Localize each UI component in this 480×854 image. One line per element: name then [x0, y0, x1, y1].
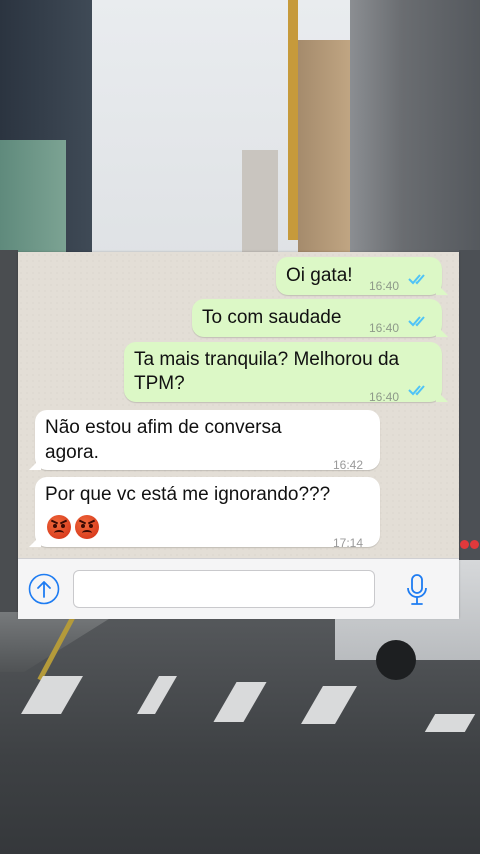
building-left-lower: [0, 250, 18, 630]
message-text-line: Ta mais tranquila? Melhorou da: [134, 349, 400, 370]
double-check-icon: [408, 385, 425, 396]
message-time: 16:40: [369, 279, 400, 293]
message-text-line: TPM?: [134, 373, 185, 394]
double-check-icon: [408, 316, 425, 327]
message-text: Oi gata!: [286, 265, 353, 286]
message-text: To com saudade: [202, 307, 342, 328]
message-outgoing: Oi gata! 16:40: [276, 257, 442, 295]
message-time: 17:14: [333, 536, 364, 550]
message-text-line: Não estou afim de conversa: [45, 417, 282, 438]
message-input-bar: [18, 558, 459, 619]
tail-light: [460, 540, 469, 549]
message-outgoing: To com saudade 16:40: [192, 299, 442, 337]
message-time: 16:40: [369, 321, 400, 335]
message-text-line: agora.: [45, 442, 99, 463]
message-time: 16:40: [369, 390, 400, 404]
building-right: [350, 0, 480, 260]
building-pale-center: [242, 150, 278, 255]
truck-wheel: [376, 640, 416, 680]
message-incoming: Por que vc está me ignorando??? 17:14: [35, 477, 380, 550]
double-check-icon: [408, 274, 425, 285]
crane: [288, 0, 298, 240]
message-input[interactable]: [73, 570, 375, 608]
building-tower-center: [298, 40, 354, 255]
angry-face-icon: [75, 515, 99, 539]
message-outgoing: Ta mais tranquila? Melhorou da TPM? 16:4…: [124, 342, 442, 404]
chat-window: Oi gata! 16:40 To com saudade 16:40 Ta m…: [18, 252, 459, 619]
upload-arrow-icon[interactable]: [28, 573, 60, 605]
message-text: Por que vc está me ignorando???: [45, 484, 331, 505]
tail-light: [470, 540, 479, 549]
angry-face-icon: [47, 515, 71, 539]
message-time: 16:42: [333, 458, 364, 472]
building-green-left: [0, 140, 66, 260]
microphone-icon[interactable]: [406, 573, 428, 607]
message-incoming: Não estou afim de conversa agora. 16:42: [35, 410, 380, 472]
